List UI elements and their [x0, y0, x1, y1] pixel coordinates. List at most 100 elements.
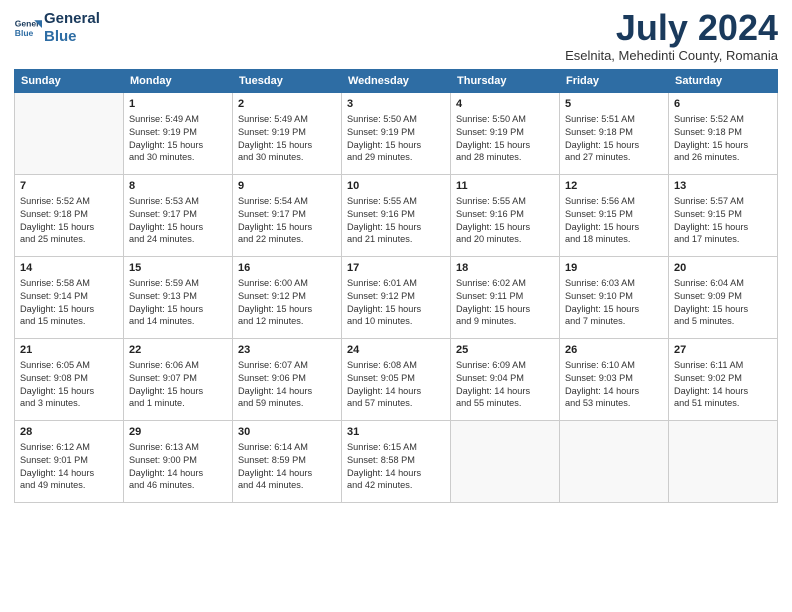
logo-line2: Blue — [44, 28, 77, 45]
day-info: Sunrise: 6:07 AM Sunset: 9:06 PM Dayligh… — [238, 359, 336, 411]
day-info: Sunrise: 5:53 AM Sunset: 9:17 PM Dayligh… — [129, 195, 227, 247]
weekday-header-tuesday: Tuesday — [233, 70, 342, 93]
calendar-cell: 27Sunrise: 6:11 AM Sunset: 9:02 PM Dayli… — [669, 339, 778, 421]
day-info: Sunrise: 5:57 AM Sunset: 9:15 PM Dayligh… — [674, 195, 772, 247]
day-info: Sunrise: 6:10 AM Sunset: 9:03 PM Dayligh… — [565, 359, 663, 411]
calendar-cell: 11Sunrise: 5:55 AM Sunset: 9:16 PM Dayli… — [451, 175, 560, 257]
day-info: Sunrise: 5:55 AM Sunset: 9:16 PM Dayligh… — [347, 195, 445, 247]
svg-text:Blue: Blue — [15, 28, 34, 38]
calendar-cell: 6Sunrise: 5:52 AM Sunset: 9:18 PM Daylig… — [669, 93, 778, 175]
day-number: 11 — [456, 179, 554, 194]
day-info: Sunrise: 5:52 AM Sunset: 9:18 PM Dayligh… — [20, 195, 118, 247]
day-info: Sunrise: 6:06 AM Sunset: 9:07 PM Dayligh… — [129, 359, 227, 411]
weekday-header-monday: Monday — [124, 70, 233, 93]
calendar-cell: 23Sunrise: 6:07 AM Sunset: 9:06 PM Dayli… — [233, 339, 342, 421]
day-number: 9 — [238, 179, 336, 194]
day-info: Sunrise: 6:08 AM Sunset: 9:05 PM Dayligh… — [347, 359, 445, 411]
day-number: 6 — [674, 97, 772, 112]
weekday-header-friday: Friday — [560, 70, 669, 93]
calendar-cell: 5Sunrise: 5:51 AM Sunset: 9:18 PM Daylig… — [560, 93, 669, 175]
calendar-week-row: 14Sunrise: 5:58 AM Sunset: 9:14 PM Dayli… — [15, 257, 778, 339]
day-info: Sunrise: 5:54 AM Sunset: 9:17 PM Dayligh… — [238, 195, 336, 247]
day-number: 13 — [674, 179, 772, 194]
day-number: 19 — [565, 261, 663, 276]
day-number: 24 — [347, 343, 445, 358]
day-info: Sunrise: 6:00 AM Sunset: 9:12 PM Dayligh… — [238, 277, 336, 329]
day-number: 22 — [129, 343, 227, 358]
weekday-header-sunday: Sunday — [15, 70, 124, 93]
title-block: July 2024 Eselnita, Mehedinti County, Ro… — [565, 10, 778, 63]
calendar-cell: 13Sunrise: 5:57 AM Sunset: 9:15 PM Dayli… — [669, 175, 778, 257]
calendar-week-row: 1Sunrise: 5:49 AM Sunset: 9:19 PM Daylig… — [15, 93, 778, 175]
day-info: Sunrise: 6:04 AM Sunset: 9:09 PM Dayligh… — [674, 277, 772, 329]
calendar-cell — [15, 93, 124, 175]
logo-line1: General — [44, 10, 100, 27]
day-info: Sunrise: 6:09 AM Sunset: 9:04 PM Dayligh… — [456, 359, 554, 411]
day-number: 7 — [20, 179, 118, 194]
day-number: 27 — [674, 343, 772, 358]
day-number: 4 — [456, 97, 554, 112]
day-number: 25 — [456, 343, 554, 358]
day-number: 29 — [129, 425, 227, 440]
day-number: 2 — [238, 97, 336, 112]
day-info: Sunrise: 6:03 AM Sunset: 9:10 PM Dayligh… — [565, 277, 663, 329]
calendar-cell: 9Sunrise: 5:54 AM Sunset: 9:17 PM Daylig… — [233, 175, 342, 257]
weekday-header-thursday: Thursday — [451, 70, 560, 93]
day-info: Sunrise: 5:51 AM Sunset: 9:18 PM Dayligh… — [565, 113, 663, 165]
day-info: Sunrise: 6:02 AM Sunset: 9:11 PM Dayligh… — [456, 277, 554, 329]
day-number: 18 — [456, 261, 554, 276]
calendar-cell: 3Sunrise: 5:50 AM Sunset: 9:19 PM Daylig… — [342, 93, 451, 175]
day-number: 3 — [347, 97, 445, 112]
calendar-cell: 26Sunrise: 6:10 AM Sunset: 9:03 PM Dayli… — [560, 339, 669, 421]
day-info: Sunrise: 5:56 AM Sunset: 9:15 PM Dayligh… — [565, 195, 663, 247]
calendar-cell: 4Sunrise: 5:50 AM Sunset: 9:19 PM Daylig… — [451, 93, 560, 175]
location: Eselnita, Mehedinti County, Romania — [565, 48, 778, 63]
calendar-cell: 15Sunrise: 5:59 AM Sunset: 9:13 PM Dayli… — [124, 257, 233, 339]
calendar-cell: 24Sunrise: 6:08 AM Sunset: 9:05 PM Dayli… — [342, 339, 451, 421]
header: General Blue General Blue July 2024 Esel… — [14, 10, 778, 63]
day-info: Sunrise: 5:50 AM Sunset: 9:19 PM Dayligh… — [347, 113, 445, 165]
calendar-cell: 10Sunrise: 5:55 AM Sunset: 9:16 PM Dayli… — [342, 175, 451, 257]
day-info: Sunrise: 5:52 AM Sunset: 9:18 PM Dayligh… — [674, 113, 772, 165]
day-info: Sunrise: 5:49 AM Sunset: 9:19 PM Dayligh… — [238, 113, 336, 165]
calendar-cell: 18Sunrise: 6:02 AM Sunset: 9:11 PM Dayli… — [451, 257, 560, 339]
day-number: 21 — [20, 343, 118, 358]
calendar-week-row: 7Sunrise: 5:52 AM Sunset: 9:18 PM Daylig… — [15, 175, 778, 257]
calendar-cell: 1Sunrise: 5:49 AM Sunset: 9:19 PM Daylig… — [124, 93, 233, 175]
calendar-cell: 16Sunrise: 6:00 AM Sunset: 9:12 PM Dayli… — [233, 257, 342, 339]
logo-icon: General Blue — [14, 14, 42, 42]
day-info: Sunrise: 5:49 AM Sunset: 9:19 PM Dayligh… — [129, 113, 227, 165]
calendar-cell: 7Sunrise: 5:52 AM Sunset: 9:18 PM Daylig… — [15, 175, 124, 257]
logo: General Blue General Blue — [14, 10, 100, 46]
weekday-header-saturday: Saturday — [669, 70, 778, 93]
day-info: Sunrise: 6:14 AM Sunset: 8:59 PM Dayligh… — [238, 441, 336, 493]
day-number: 31 — [347, 425, 445, 440]
calendar-cell: 30Sunrise: 6:14 AM Sunset: 8:59 PM Dayli… — [233, 421, 342, 503]
calendar-cell: 17Sunrise: 6:01 AM Sunset: 9:12 PM Dayli… — [342, 257, 451, 339]
calendar-week-row: 28Sunrise: 6:12 AM Sunset: 9:01 PM Dayli… — [15, 421, 778, 503]
day-info: Sunrise: 5:55 AM Sunset: 9:16 PM Dayligh… — [456, 195, 554, 247]
calendar-cell: 25Sunrise: 6:09 AM Sunset: 9:04 PM Dayli… — [451, 339, 560, 421]
day-number: 15 — [129, 261, 227, 276]
calendar-cell: 21Sunrise: 6:05 AM Sunset: 9:08 PM Dayli… — [15, 339, 124, 421]
day-number: 16 — [238, 261, 336, 276]
day-number: 10 — [347, 179, 445, 194]
day-info: Sunrise: 6:13 AM Sunset: 9:00 PM Dayligh… — [129, 441, 227, 493]
day-number: 17 — [347, 261, 445, 276]
day-info: Sunrise: 6:01 AM Sunset: 9:12 PM Dayligh… — [347, 277, 445, 329]
page-container: General Blue General Blue July 2024 Esel… — [0, 0, 792, 612]
calendar-cell: 12Sunrise: 5:56 AM Sunset: 9:15 PM Dayli… — [560, 175, 669, 257]
day-number: 30 — [238, 425, 336, 440]
calendar-cell: 28Sunrise: 6:12 AM Sunset: 9:01 PM Dayli… — [15, 421, 124, 503]
day-number: 5 — [565, 97, 663, 112]
day-info: Sunrise: 5:58 AM Sunset: 9:14 PM Dayligh… — [20, 277, 118, 329]
day-info: Sunrise: 5:50 AM Sunset: 9:19 PM Dayligh… — [456, 113, 554, 165]
day-number: 26 — [565, 343, 663, 358]
calendar-cell: 14Sunrise: 5:58 AM Sunset: 9:14 PM Dayli… — [15, 257, 124, 339]
day-info: Sunrise: 6:15 AM Sunset: 8:58 PM Dayligh… — [347, 441, 445, 493]
weekday-header-wednesday: Wednesday — [342, 70, 451, 93]
calendar-cell: 2Sunrise: 5:49 AM Sunset: 9:19 PM Daylig… — [233, 93, 342, 175]
calendar-cell: 19Sunrise: 6:03 AM Sunset: 9:10 PM Dayli… — [560, 257, 669, 339]
day-number: 28 — [20, 425, 118, 440]
calendar-cell: 22Sunrise: 6:06 AM Sunset: 9:07 PM Dayli… — [124, 339, 233, 421]
